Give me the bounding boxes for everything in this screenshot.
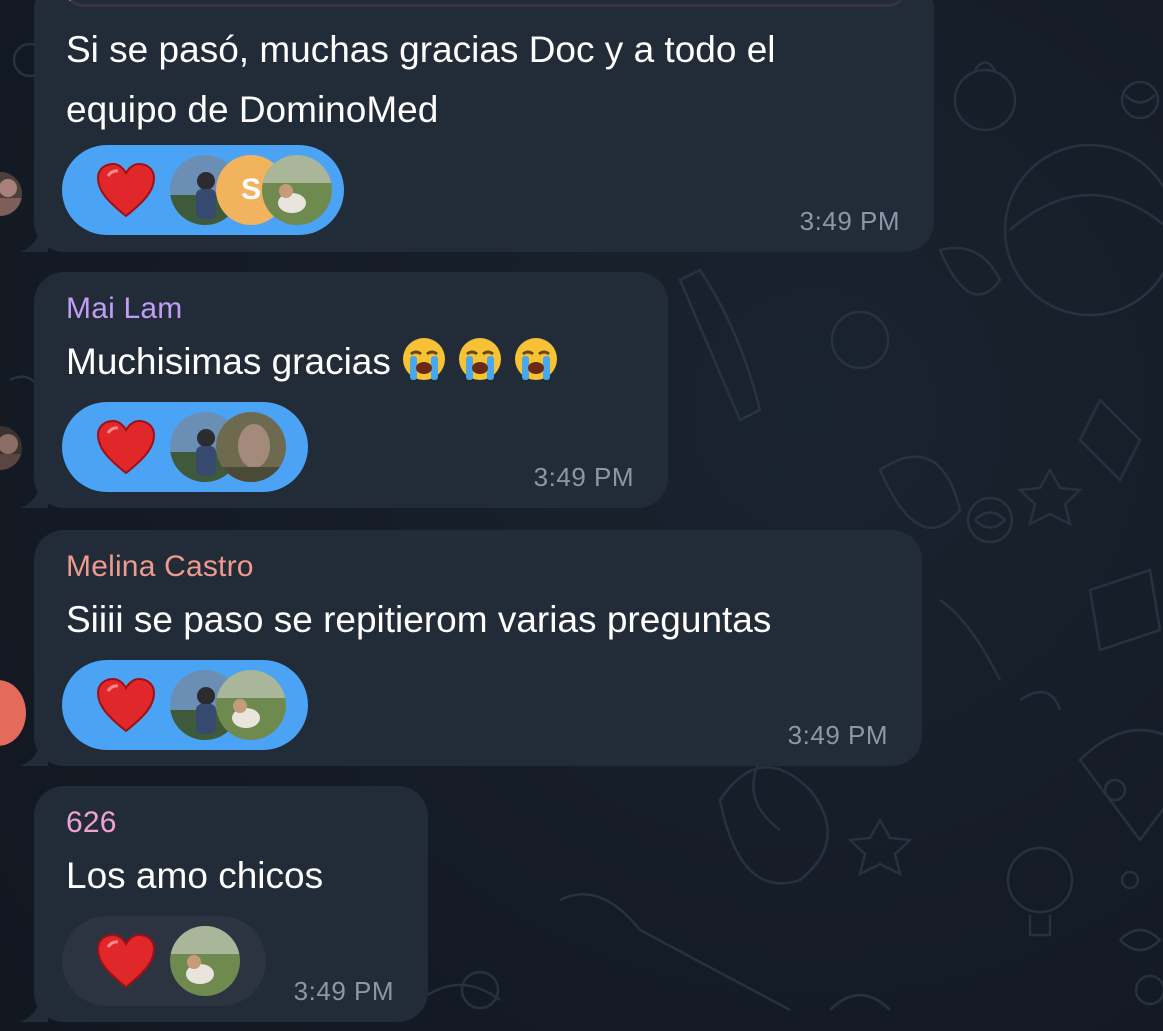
reactor-avatar xyxy=(170,926,240,996)
bubble-tail xyxy=(20,486,48,508)
loudly-crying-face-icon xyxy=(458,338,501,380)
message-text: Siiii se paso se repitierom varias pregu… xyxy=(66,599,772,640)
bubble-tail xyxy=(20,230,48,252)
message-bubble[interactable]: 626 Los amo chicos 3:49 PM xyxy=(20,786,428,1022)
bubble-tail xyxy=(20,1000,48,1022)
message-text: Muchisimas gracias xyxy=(66,341,391,382)
reaction-chip[interactable]: S xyxy=(62,145,344,235)
red-heart-icon xyxy=(96,419,156,475)
message-time: 3:49 PM xyxy=(787,720,888,750)
message-time: 3:49 PM xyxy=(293,976,394,1006)
message-bubble[interactable]: Si se pasó, muchas gracias Doc y a todo … xyxy=(20,0,934,252)
reactor-avatar xyxy=(262,155,332,225)
loudly-crying-face-icon xyxy=(402,338,445,380)
red-heart-icon xyxy=(96,677,156,733)
reactor-avatar xyxy=(216,670,286,740)
sender-name[interactable]: Mai Lam xyxy=(66,292,182,326)
message-bubble[interactable]: Melina Castro Siiii se paso se repitiero… xyxy=(20,530,922,766)
reactor-avatar xyxy=(216,412,286,482)
sender-name[interactable]: 626 xyxy=(66,806,117,840)
message-text-line: Muchisimas gracias xyxy=(66,332,559,392)
loudly-crying-face-icon xyxy=(514,338,557,380)
reaction-chip[interactable] xyxy=(62,660,308,750)
message-time: 3:49 PM xyxy=(533,462,634,492)
red-heart-icon xyxy=(96,933,156,989)
reaction-chip[interactable] xyxy=(62,916,266,1006)
sender-name[interactable]: Melina Castro xyxy=(66,550,254,584)
message-time: 3:49 PM xyxy=(799,206,900,236)
red-heart-icon xyxy=(96,162,156,218)
reaction-chip[interactable] xyxy=(62,402,308,492)
message-bubble[interactable]: Mai Lam Muchisimas gracias 3:49 PM xyxy=(20,272,668,508)
bubble-tail xyxy=(20,744,48,766)
reply-preview-edge[interactable] xyxy=(64,0,907,7)
message-text: Si se pasó, muchas gracias Doc y a todo … xyxy=(66,29,776,130)
message-text: Los amo chicos xyxy=(66,855,324,896)
